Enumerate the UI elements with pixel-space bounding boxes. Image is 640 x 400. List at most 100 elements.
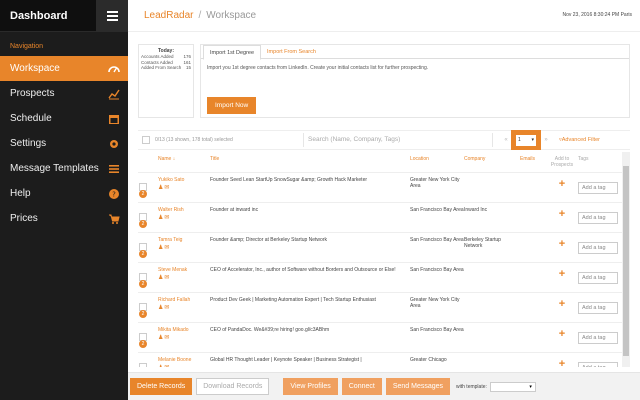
add-to-prospects-plus-icon[interactable]: + (546, 299, 578, 310)
gear-icon (110, 139, 118, 148)
add-tag-input[interactable]: Add a tag (578, 272, 618, 284)
contact-actions: ♟✉ (158, 365, 210, 367)
contact-actions: ♟✉ (158, 335, 210, 341)
contact-name-link[interactable]: Richard Fallah (158, 297, 210, 303)
sidebar-item-schedule[interactable]: Schedule (0, 106, 128, 131)
envelope-icon[interactable]: ✉ (164, 185, 170, 191)
contact-actions: ♟✉ (158, 245, 210, 251)
add-cell: + (546, 203, 578, 232)
table-row[interactable]: 2 Melanie Boone ♟✉ Global HR Thought Lea… (138, 352, 622, 367)
contact-name-link[interactable]: Yukiko Sato (158, 177, 210, 183)
today-stats-panel: Today: Accounts Added 176 Contacts Added 1… (138, 44, 194, 118)
sidebar-item-workspace[interactable]: Workspace (0, 56, 128, 81)
contact-name-link[interactable]: Steve Menak (158, 267, 210, 273)
envelope-icon[interactable]: ✉ (164, 215, 170, 221)
row-checkbox[interactable] (139, 363, 147, 367)
column-header-location[interactable]: Location (410, 156, 464, 162)
column-header-emails[interactable]: Emails (520, 156, 546, 162)
add-to-prospects-plus-icon[interactable]: + (546, 209, 578, 220)
column-header-company[interactable]: Company (464, 156, 520, 162)
action-footer: Delete Records Download Records View Pro… (128, 372, 640, 400)
contact-actions: ♟✉ (158, 185, 210, 191)
sidebar-item-prices[interactable]: Prices (0, 206, 128, 231)
selection-count: 0/13 (13 shown, 178 total) selected (155, 137, 233, 143)
column-header-title[interactable]: Title (210, 156, 410, 162)
brand-logo-text[interactable]: LeadRadar (144, 10, 193, 21)
table-row[interactable]: 2 Tamra Teig ♟✉ Founder &amp; Director a… (138, 232, 622, 262)
envelope-icon[interactable]: ✉ (164, 245, 170, 251)
row-checkbox-cell: 2 (138, 173, 158, 202)
view-profiles-button[interactable]: View Profiles (283, 378, 338, 395)
next-page-button[interactable]: » (541, 137, 551, 143)
sidebar-header: Dashboard (0, 0, 128, 32)
add-to-prospects-plus-icon[interactable]: + (546, 269, 578, 280)
add-tag-input[interactable]: Add a tag (578, 332, 618, 344)
location-cell: San Francisco Bay Area (410, 237, 464, 243)
contact-actions: ♟✉ (158, 215, 210, 221)
sidebar-item-help[interactable]: Help ? (0, 181, 128, 206)
add-to-prospects-plus-icon[interactable]: + (546, 179, 578, 190)
download-records-button[interactable]: Download Records (196, 378, 270, 395)
import-description: Import you 1st degree contacts from Link… (207, 65, 429, 71)
column-header-name[interactable]: Name ↓ (158, 156, 210, 162)
table-row[interactable]: 2 Walter Rish ♟✉ Founder at inward inc S… (138, 202, 622, 232)
company-cell: Inward Inc (464, 207, 488, 213)
contact-name-link[interactable]: Tamra Teig (158, 237, 210, 243)
table-row[interactable]: 2 Yukiko Sato ♟✉ Founder Seed Lean Start… (138, 172, 622, 202)
location-cell: Greater Chicago (410, 357, 447, 363)
table-scrollbar[interactable] (622, 152, 630, 367)
add-tag-input[interactable]: Add a tag (578, 302, 618, 314)
send-messages-button[interactable]: Send Messages (385, 378, 451, 395)
search-input[interactable]: Search (Name, Company, Tags) (303, 133, 493, 147)
add-tag-input[interactable]: Add a tag (578, 362, 618, 367)
table-row[interactable]: 2 Richard Fallah ♟✉ Product Dev Geek | M… (138, 292, 622, 322)
add-cell: + (546, 173, 578, 202)
sidebar-item-settings[interactable]: Settings (0, 131, 128, 156)
add-to-prospects-plus-icon[interactable]: + (546, 239, 578, 250)
contact-name-link[interactable]: Mikita Mikado (158, 327, 210, 333)
import-panel: Import 1st Degree Import From Search Imp… (200, 44, 630, 118)
tags-cell: Add a tag (578, 173, 622, 202)
sidebar-item-prospects[interactable]: Prospects (0, 81, 128, 106)
question-icon: ? (109, 188, 119, 199)
sidebar-item-message-templates[interactable]: Message Templates (0, 156, 128, 181)
location-cell: San Francisco Bay Area (410, 267, 464, 273)
advanced-filter-link[interactable]: ▿Advanced Filter (559, 137, 600, 143)
add-to-prospects-plus-icon[interactable]: + (546, 329, 578, 340)
table-row[interactable]: 2 Steve Menak ♟✉ CEO of Accelerator, Inc… (138, 262, 622, 292)
import-now-button[interactable]: Import Now (207, 97, 257, 114)
template-select[interactable]: ▾ (489, 381, 536, 392)
tags-cell: Add a tag (578, 353, 622, 367)
connection-degree-badge: 2 (139, 280, 147, 288)
select-all-checkbox[interactable] (142, 136, 150, 144)
emails-cell (520, 353, 546, 367)
envelope-icon[interactable]: ✉ (164, 275, 170, 281)
contact-actions: ♟✉ (158, 305, 210, 311)
tab-import-from-search[interactable]: Import From Search (261, 45, 322, 58)
connection-degree-badge: 2 (139, 190, 147, 198)
add-tag-input[interactable]: Add a tag (578, 212, 618, 224)
contact-name-link[interactable]: Melanie Boone (158, 357, 210, 363)
envelope-icon[interactable]: ✉ (164, 365, 170, 367)
envelope-icon[interactable]: ✉ (164, 335, 170, 341)
scrollbar-thumb[interactable] (623, 166, 629, 356)
page-select[interactable]: 1 ▾ (516, 134, 536, 146)
sidebar-item-label: Prices (10, 213, 38, 224)
prev-page-button[interactable]: « (501, 137, 511, 143)
emails-cell (520, 263, 546, 292)
hamburger-menu-icon[interactable] (96, 0, 128, 32)
add-to-prospects-plus-icon[interactable]: + (546, 359, 578, 368)
emails-cell (520, 293, 546, 322)
tab-import-1st-degree[interactable]: Import 1st Degree (203, 45, 262, 60)
breadcrumb-current: Workspace (206, 10, 257, 21)
add-tag-input[interactable]: Add a tag (578, 242, 618, 254)
table-row[interactable]: 2 Mikita Mikado ♟✉ CEO of PandaDoc. We&#… (138, 322, 622, 352)
title-cell: Founder &amp; Director at Berkeley Start… (210, 237, 327, 243)
sidebar-item-label: Help (10, 188, 31, 199)
envelope-icon[interactable]: ✉ (164, 305, 170, 311)
connect-button[interactable]: Connect (341, 378, 382, 395)
delete-records-button[interactable]: Delete Records (130, 378, 193, 395)
contact-name-link[interactable]: Walter Rish (158, 207, 210, 213)
stats-label: Added From Search (141, 65, 182, 70)
add-tag-input[interactable]: Add a tag (578, 182, 618, 194)
